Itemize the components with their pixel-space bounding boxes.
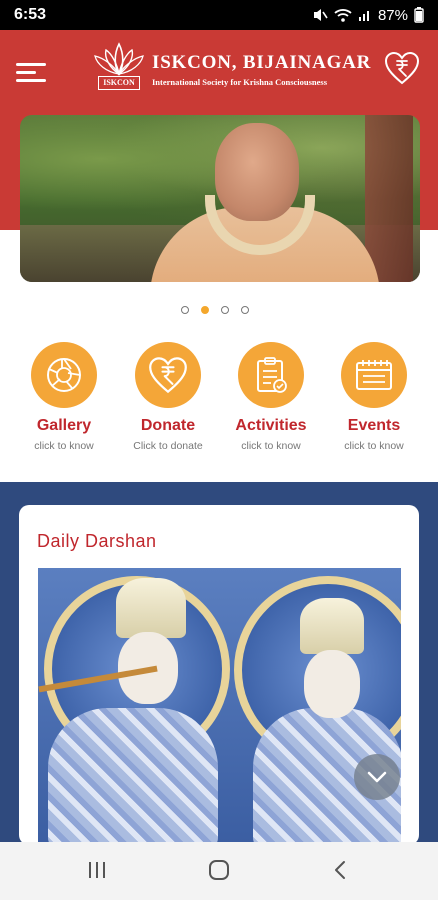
carousel-dot[interactable] xyxy=(181,306,189,314)
recent-apps-icon xyxy=(89,862,105,878)
events-icon-circle xyxy=(341,342,407,408)
events-button[interactable]: Events click to know xyxy=(324,342,424,452)
menu-button[interactable] xyxy=(16,60,48,86)
deity-crown-right xyxy=(300,598,364,654)
signal-icon xyxy=(358,11,369,21)
events-label: Events xyxy=(347,417,401,434)
mute-icon xyxy=(313,9,328,21)
events-sub: click to know xyxy=(344,440,404,452)
gallery-sub: click to know xyxy=(34,440,94,452)
donate-header-button[interactable] xyxy=(384,51,420,90)
rupee-heart-icon xyxy=(384,51,420,85)
carousel-dot[interactable] xyxy=(221,306,229,314)
home-button[interactable] xyxy=(207,859,231,886)
hero-banner[interactable] xyxy=(20,115,420,282)
donate-button[interactable]: Donate Click to donate xyxy=(118,342,218,452)
banner-pillar xyxy=(365,115,413,282)
status-bar: 6:53 87% xyxy=(0,0,438,30)
brand-logo: ISKCON ISKCON, BIJAINAGAR International … xyxy=(92,42,370,94)
quick-actions: Gallery click to know Donate Click to do… xyxy=(0,342,438,462)
wifi-icon xyxy=(334,9,352,22)
clipboard-icon xyxy=(257,357,287,393)
donate-label: Donate xyxy=(140,417,196,434)
carousel-dot[interactable] xyxy=(241,306,249,314)
rupee-heart-icon xyxy=(149,357,187,394)
activities-icon-circle xyxy=(238,342,304,408)
status-time: 6:53 xyxy=(14,6,47,23)
logo-badge: ISKCON xyxy=(98,76,140,90)
status-icons: 87% xyxy=(312,7,424,24)
gallery-label: Gallery xyxy=(36,417,92,434)
calendar-icon xyxy=(356,360,392,390)
recent-apps-button[interactable] xyxy=(86,859,108,886)
lotus-icon xyxy=(94,42,144,76)
back-button[interactable] xyxy=(332,859,348,886)
hamburger-icon xyxy=(16,63,46,82)
daily-darshan-card[interactable]: Daily Darshan xyxy=(19,505,419,845)
darshan-image[interactable] xyxy=(38,568,401,845)
donate-icon-circle xyxy=(135,342,201,408)
chevron-down-icon xyxy=(367,771,387,783)
scroll-down-button[interactable] xyxy=(354,754,400,800)
brand-title: ISKCON, BIJAINAGAR xyxy=(152,52,372,73)
darshan-title: Daily Darshan xyxy=(37,531,157,551)
deity-robe-left xyxy=(48,708,218,845)
gallery-icon-circle xyxy=(31,342,97,408)
activities-button[interactable]: Activities click to know xyxy=(221,342,321,452)
brand-subtitle: International Society for Krishna Consci… xyxy=(152,77,328,87)
deity-crown-left xyxy=(116,578,186,638)
back-icon xyxy=(335,861,345,879)
banner-figure-head xyxy=(215,123,299,221)
carousel-dots xyxy=(181,306,249,314)
system-nav-bar xyxy=(0,842,438,900)
shutter-icon xyxy=(47,358,81,392)
gallery-button[interactable]: Gallery click to know xyxy=(14,342,114,452)
deity-face-right xyxy=(304,650,360,718)
home-icon xyxy=(209,860,229,880)
activities-label: Activities xyxy=(235,417,307,434)
activities-sub: click to know xyxy=(241,440,301,452)
carousel-dot-active[interactable] xyxy=(201,306,209,314)
battery-icon xyxy=(414,7,424,23)
battery-level: 87% xyxy=(377,6,408,24)
donate-sub: Click to donate xyxy=(133,440,203,452)
